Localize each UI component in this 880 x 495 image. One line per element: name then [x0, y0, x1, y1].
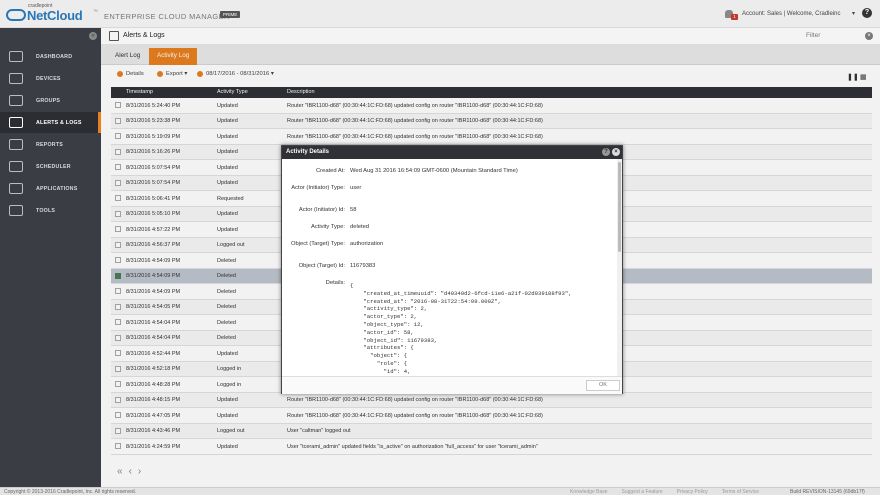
- sidebar-item-applications[interactable]: APPLICATIONS: [0, 178, 101, 199]
- sidebar-item-tools[interactable]: TOOLS: [0, 200, 101, 221]
- ok-button[interactable]: OK: [586, 380, 620, 391]
- dialog-body: Created At: Wed Aug 31 2016 16:54:09 GMT…: [282, 159, 617, 376]
- footer: Copyright © 2013-2016 Cradlepoint, Inc. …: [0, 487, 880, 495]
- sidebar-item-label: ALERTS & LOGS: [36, 119, 82, 126]
- collapse-sidebar-icon[interactable]: «: [89, 32, 97, 40]
- chevron-down-icon[interactable]: ▾: [852, 10, 855, 17]
- field-label-activity-type: Activity Type:: [310, 224, 345, 230]
- dialog-title: Activity Details: [286, 149, 330, 155]
- sidebar-item-label: GROUPS: [36, 97, 61, 104]
- details-json: { "created_at_timeuuid": "d40349d2-6fcd-…: [350, 282, 572, 375]
- brand-name[interactable]: NetCloud: [27, 8, 83, 23]
- account-menu[interactable]: Account: Sales | Welcome, Cradleinc: [742, 11, 841, 17]
- footer-link-knowledge-base[interactable]: Knowledge Base: [570, 489, 608, 495]
- alerts-logs-icon: [9, 117, 23, 128]
- groups-icon: [9, 95, 23, 106]
- applications-icon: [9, 183, 23, 194]
- product-name: ENTERPRISE CLOUD MANAGER: [104, 12, 230, 21]
- field-label-actor-id: Actor (Initiator) Id:: [298, 207, 345, 213]
- footer-link-privacy[interactable]: Privacy Policy: [677, 489, 708, 495]
- sidebar-item-dashboard[interactable]: DASHBOARD: [0, 46, 101, 67]
- close-icon[interactable]: ×: [612, 148, 620, 156]
- help-icon[interactable]: ?: [862, 8, 872, 18]
- close-icon[interactable]: ×: [865, 32, 873, 40]
- alerts-logs-icon: [109, 31, 119, 41]
- sidebar-item-label: DEVICES: [36, 75, 61, 82]
- page-title: Alerts & Logs: [123, 32, 165, 39]
- top-bar: cradlepoint NetCloud ™ ENTERPRISE CLOUD …: [0, 0, 880, 28]
- field-value-actor-id: 58: [350, 207, 357, 213]
- footer-link-terms[interactable]: Terms of Service: [722, 489, 759, 495]
- reports-icon: [9, 139, 23, 150]
- sidebar: « DASHBOARD DEVICES GROUPS ALERTS & LOGS…: [0, 28, 101, 487]
- cloud-logo-icon: [6, 9, 26, 21]
- build-info: Build REVISION-13145 (69db17f): [790, 489, 865, 495]
- help-icon[interactable]: ?: [602, 148, 610, 156]
- sidebar-item-label: SCHEDULER: [36, 163, 71, 170]
- page-header: Alerts & Logs Filter ×: [101, 28, 880, 45]
- sidebar-item-scheduler[interactable]: SCHEDULER: [0, 156, 101, 177]
- tier-badge: PRIME: [220, 11, 241, 18]
- field-value-object-id: 11679383: [350, 263, 376, 269]
- field-label-created-at: Created At:: [315, 168, 345, 174]
- sidebar-item-devices[interactable]: DEVICES: [0, 68, 101, 89]
- field-value-actor-type: user: [350, 185, 362, 191]
- footer-link-suggest-feature[interactable]: Suggest a Feature: [622, 489, 663, 495]
- devices-icon: [9, 73, 23, 84]
- field-label-object-type: Object (Target) Type:: [290, 241, 345, 247]
- sidebar-item-alerts-logs[interactable]: ALERTS & LOGS: [0, 112, 101, 133]
- sidebar-item-label: DASHBOARD: [36, 53, 73, 60]
- copyright: Copyright © 2013-2016 Cradlepoint, Inc. …: [4, 489, 137, 495]
- filter-button[interactable]: Filter: [806, 32, 820, 39]
- scrollbar-thumb[interactable]: [618, 162, 621, 252]
- notification-badge[interactable]: 1: [731, 14, 738, 20]
- tools-icon: [9, 205, 23, 216]
- scheduler-icon: [9, 161, 23, 172]
- sidebar-item-label: TOOLS: [36, 207, 56, 214]
- brand-tm: ™: [93, 9, 98, 15]
- field-label-details: Details:: [325, 280, 345, 286]
- sidebar-item-label: REPORTS: [36, 141, 64, 148]
- field-value-activity-type: deleted: [350, 224, 370, 230]
- activity-details-dialog: Activity Details ? × Created At: Wed Aug…: [281, 145, 623, 394]
- sidebar-item-label: APPLICATIONS: [36, 185, 78, 192]
- sidebar-item-reports[interactable]: REPORTS: [0, 134, 101, 155]
- dialog-scrollbar[interactable]: [617, 159, 622, 376]
- footer-links: Knowledge Base Suggest a Feature Privacy P…: [570, 489, 773, 495]
- field-label-actor-type: Actor (Initiator) Type:: [291, 185, 345, 191]
- sidebar-item-groups[interactable]: GROUPS: [0, 90, 101, 111]
- dialog-footer: OK: [282, 376, 622, 394]
- dashboard-icon: [9, 51, 23, 62]
- field-label-object-id: Object (Target) Id:: [298, 263, 345, 269]
- field-value-object-type: authorization: [350, 241, 384, 247]
- field-value-created-at: Wed Aug 31 2016 16:54:09 GMT-0600 (Mount…: [350, 168, 518, 174]
- dialog-header: Activity Details ? ×: [282, 146, 622, 159]
